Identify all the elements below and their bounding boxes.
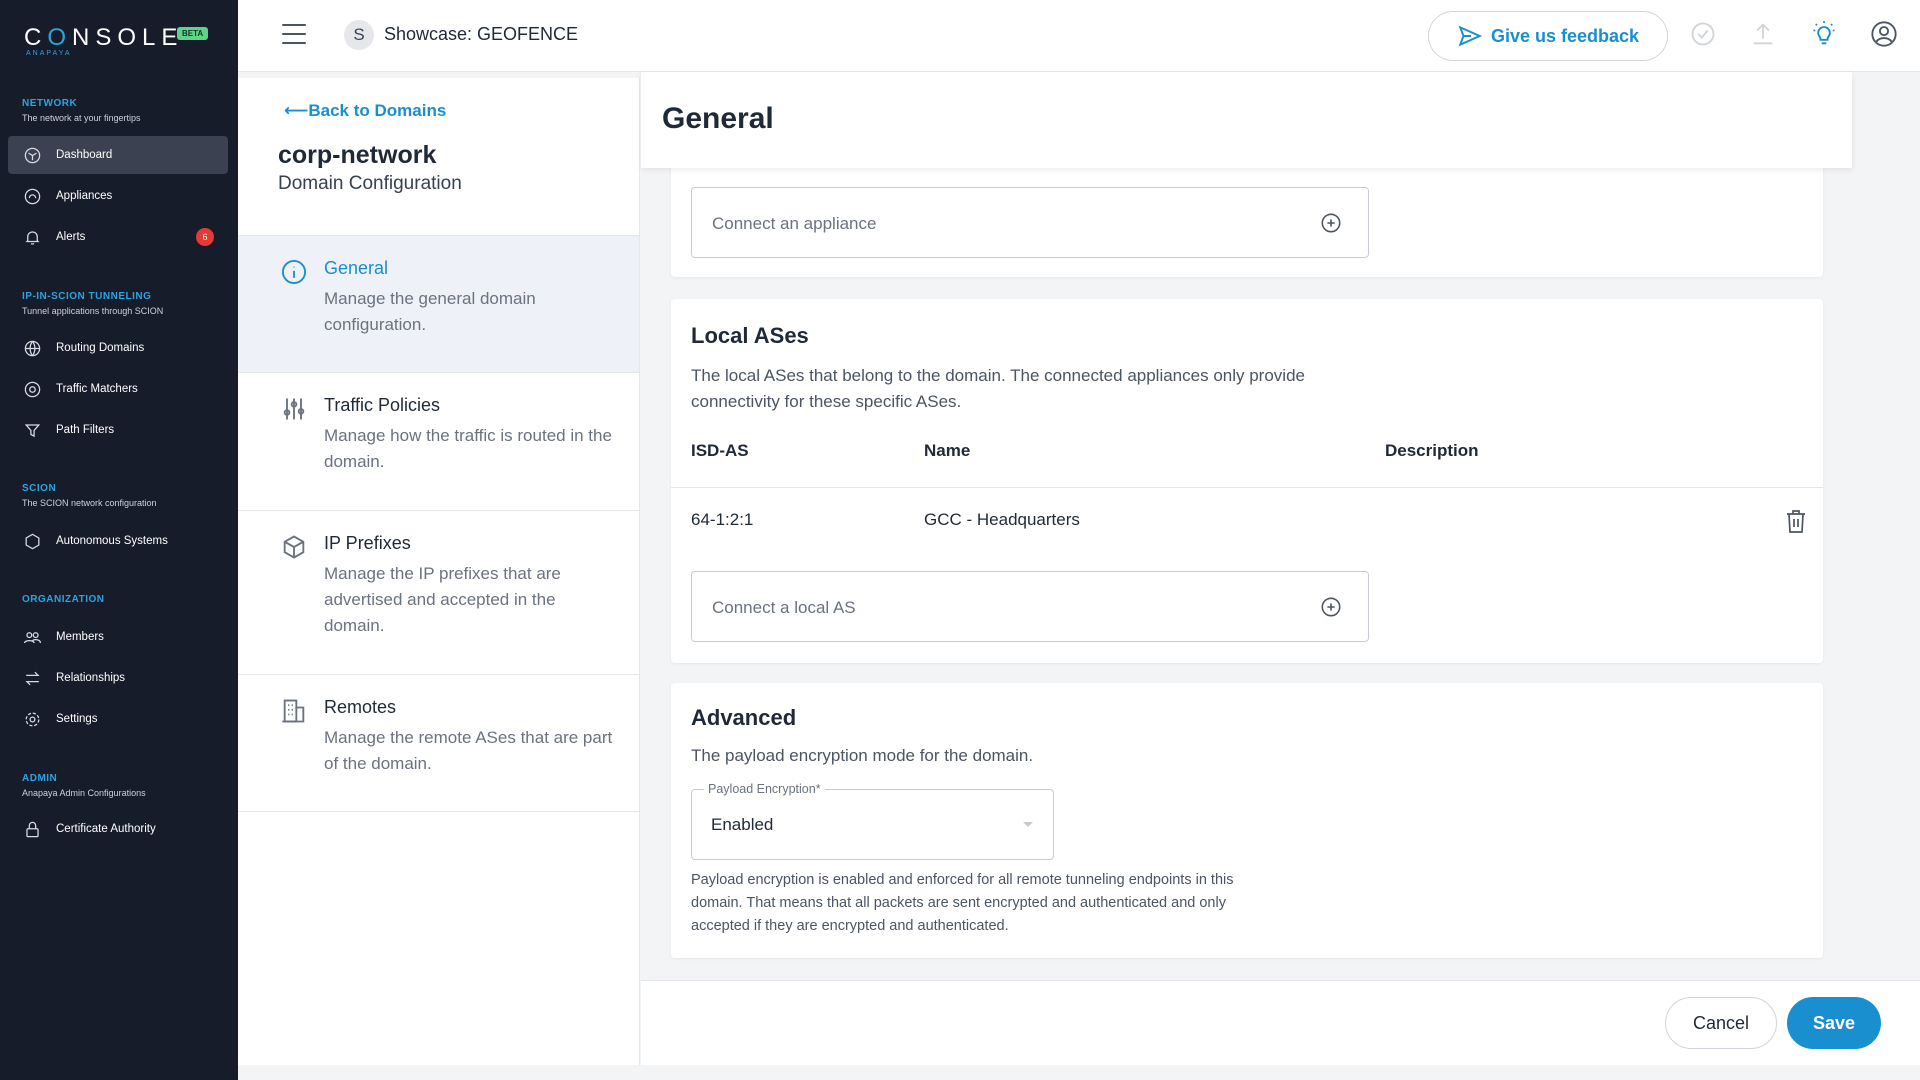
lightbulb-icon[interactable] [1809, 19, 1839, 49]
logo-subtitle: ANAPAYA [26, 50, 72, 57]
payload-encryption-value: Enabled [711, 815, 774, 834]
cell-name: GCC - Headquarters [924, 510, 1080, 529]
sidebar-item-alerts[interactable]: Alerts 6 [8, 218, 228, 256]
column-header-name: Name [924, 441, 971, 460]
send-icon [1458, 25, 1483, 47]
add-circle-icon[interactable] [1320, 212, 1342, 234]
page-title: General [662, 102, 774, 135]
globe-icon [22, 338, 42, 358]
upload-icon[interactable] [1748, 19, 1778, 49]
config-item-ip-prefixes[interactable]: IP Prefixes Manage the IP prefixes that … [238, 510, 639, 674]
beta-badge: BETA [177, 27, 209, 40]
alerts-count-badge: 6 [196, 228, 214, 246]
connect-appliance-input[interactable]: Connect an appliance [691, 187, 1369, 258]
sidebar-item-routing-domains[interactable]: Routing Domains [8, 329, 228, 367]
sidebar-item-autonomous-systems[interactable]: Autonomous Systems [8, 522, 228, 560]
chevron-down-icon [1023, 822, 1033, 827]
section-network: Network The network at your fingertips [22, 98, 141, 123]
domain-name: corp-network [278, 141, 437, 169]
cancel-button[interactable]: Cancel [1665, 997, 1777, 1049]
payload-encryption-label: Payload Encryption* [704, 782, 825, 796]
workspace-avatar[interactable]: S [344, 20, 374, 50]
domain-subtitle: Domain Configuration [278, 173, 462, 194]
sidebar-item-path-filters[interactable]: Path Filters [8, 411, 228, 449]
table-divider [671, 487, 1823, 488]
section-tunneling: IP-in-SCION Tunneling Tunnel application… [22, 291, 164, 316]
back-to-domains-link[interactable]: ⟵Back to Domains [284, 101, 446, 121]
save-button[interactable]: Save [1787, 997, 1881, 1049]
column-header-description: Description [1385, 441, 1479, 460]
add-circle-icon[interactable] [1320, 596, 1342, 618]
trash-icon[interactable] [1784, 508, 1808, 534]
section-organization: Organization [22, 594, 105, 605]
hexagon-icon [22, 531, 42, 551]
advanced-title: Advanced [691, 705, 797, 730]
users-icon [22, 627, 42, 647]
local-ases-card: Local ASes The local ASes that belong to… [671, 299, 1823, 663]
domain-config-panel: ⟵Back to Domains corp-network Domain Con… [238, 78, 640, 1065]
sidebar: CONSOLE ANAPAYA BETA Network The network… [0, 0, 238, 1080]
connect-local-as-input[interactable]: Connect a local AS [691, 571, 1369, 642]
sidebar-item-members[interactable]: Members [8, 618, 228, 656]
config-item-general[interactable]: General Manage the general domain config… [238, 235, 639, 372]
section-scion: SCION The SCION network configuration [22, 483, 157, 508]
sidebar-item-settings[interactable]: Settings [8, 700, 228, 738]
sidebar-item-traffic-matchers[interactable]: Traffic Matchers [8, 370, 228, 408]
bell-icon [22, 227, 42, 247]
topbar: S Showcase: GEOFENCE Give us feedback [238, 0, 1920, 72]
console-logo[interactable]: CONSOLE ANAPAYA BETA [24, 24, 224, 64]
sliders-icon [280, 395, 308, 423]
section-admin: Admin Anapaya Admin Configurations [22, 773, 146, 798]
general-header: General [641, 72, 1852, 168]
workspace-title[interactable]: Showcase: GEOFENCE [384, 24, 578, 45]
info-icon [280, 258, 308, 286]
general-content: General Connect an appliance Local ASes … [641, 72, 1920, 980]
sidebar-item-dashboard[interactable]: Dashboard [8, 136, 228, 174]
sidebar-item-appliances[interactable]: Appliances [8, 177, 228, 215]
config-item-remotes[interactable]: Remotes Manage the remote ASes that are … [238, 674, 639, 812]
arrows-icon [22, 668, 42, 688]
local-ases-desc: The local ASes that belong to the domain… [691, 366, 1305, 411]
cube-icon [280, 533, 308, 561]
appliance-icon [22, 186, 42, 206]
gear-icon [22, 709, 42, 729]
cell-isd-as: 64-1:2:1 [691, 510, 754, 529]
column-header-isd-as: ISD-AS [691, 441, 749, 460]
lock-icon [22, 819, 42, 839]
payload-encryption-helper: Payload encryption is enabled and enforc… [691, 872, 1234, 934]
config-item-traffic-policies[interactable]: Traffic Policies Manage how the traffic … [238, 372, 639, 510]
sidebar-item-certificate-authority[interactable]: Certificate Authority [8, 810, 228, 848]
dashboard-icon [22, 145, 42, 165]
building-icon [280, 697, 308, 725]
form-footer: Cancel Save [641, 980, 1920, 1065]
filter-icon [22, 420, 42, 440]
advanced-desc: The payload encryption mode for the doma… [691, 746, 1034, 765]
account-icon[interactable] [1869, 19, 1899, 49]
check-circle-icon[interactable] [1688, 19, 1718, 49]
local-ases-title: Local ASes [691, 323, 809, 348]
advanced-card: Advanced The payload encryption mode for… [671, 683, 1823, 958]
payload-encryption-select[interactable]: Payload Encryption* Enabled [691, 782, 1054, 860]
menu-icon[interactable] [282, 24, 306, 46]
sidebar-item-relationships[interactable]: Relationships [8, 659, 228, 697]
compass-icon [22, 379, 42, 399]
feedback-button[interactable]: Give us feedback [1428, 11, 1668, 61]
